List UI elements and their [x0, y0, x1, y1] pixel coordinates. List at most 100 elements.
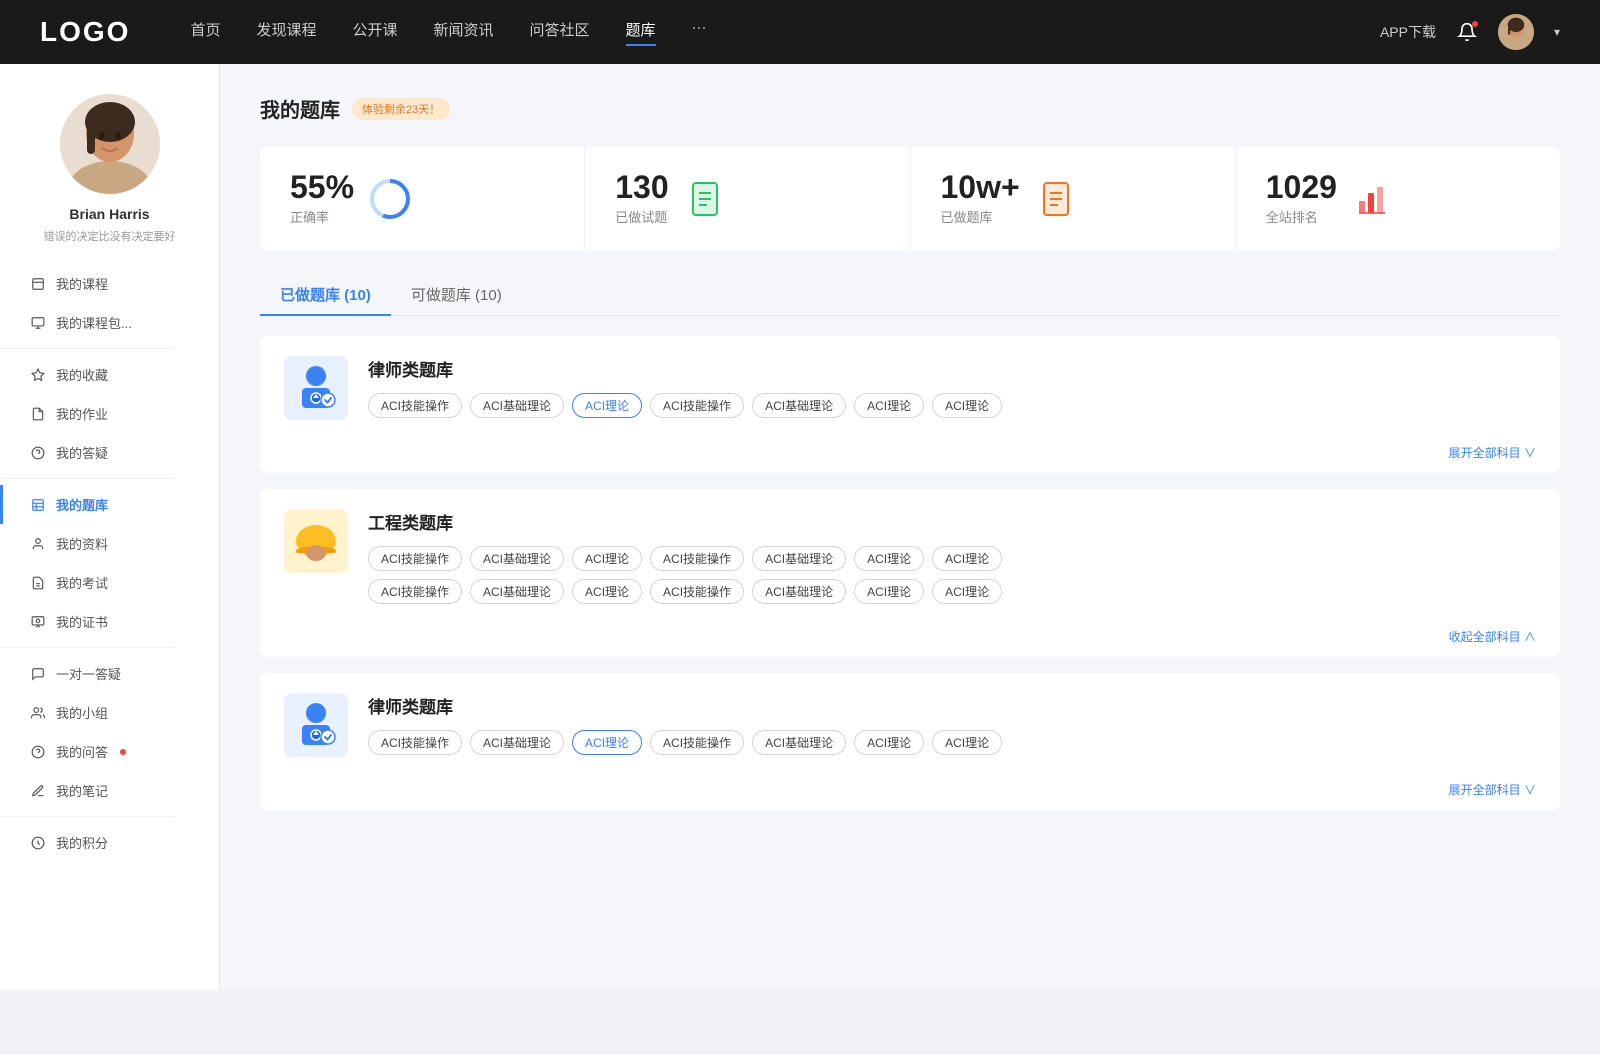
tag-eng-r2-1[interactable]: ACI基础理论 [470, 579, 564, 604]
tag-eng-r2-5[interactable]: ACI理论 [854, 579, 924, 604]
tag-eng-6[interactable]: ACI理论 [932, 546, 1002, 571]
stat-accuracy-text: 55% 正确率 [290, 171, 354, 226]
qbank-card-lawyer-2: 律师类题库 ACI技能操作 ACI基础理论 ACI理论 ACI技能操作 ACI基… [260, 673, 1560, 810]
sidebar-item-package[interactable]: 我的课程包... [0, 303, 219, 342]
tag-lawyer2-4[interactable]: ACI基础理论 [752, 730, 846, 755]
tag-eng-r2-2[interactable]: ACI理论 [572, 579, 642, 604]
exam-icon [30, 575, 46, 591]
expand-lawyer-2[interactable]: 展开全部科目 ∨ [260, 777, 1560, 810]
qbank-tags-engineer-row1: ACI技能操作 ACI基础理论 ACI理论 ACI技能操作 ACI基础理论 AC… [368, 546, 1536, 571]
expand-lawyer-1[interactable]: 展开全部科目 ∨ [260, 440, 1560, 473]
tag-eng-r2-3[interactable]: ACI技能操作 [650, 579, 744, 604]
tag-eng-2[interactable]: ACI理论 [572, 546, 642, 571]
qbank-info-engineer: 工程类题库 ACI技能操作 ACI基础理论 ACI理论 ACI技能操作 ACI基… [368, 509, 1536, 604]
tag-lawyer2-6[interactable]: ACI理论 [932, 730, 1002, 755]
tag-lawyer1-1[interactable]: ACI基础理论 [470, 393, 564, 418]
qbank-header-lawyer-1: 律师类题库 ACI技能操作 ACI基础理论 ACI理论 ACI技能操作 ACI基… [260, 336, 1560, 440]
sidebar-item-cert[interactable]: 我的证书 [0, 602, 219, 641]
trial-badge: 体验剩余23天！ [352, 98, 450, 120]
tag-lawyer2-1[interactable]: ACI基础理论 [470, 730, 564, 755]
tag-lawyer2-3[interactable]: ACI技能操作 [650, 730, 744, 755]
qbank-title-engineer: 工程类题库 [368, 509, 1536, 534]
navbar-right: APP下载 ▾ [1380, 14, 1560, 50]
tag-eng-r2-6[interactable]: ACI理论 [932, 579, 1002, 604]
lawyer-icon-2 [284, 693, 348, 757]
engineer-icon [284, 509, 348, 573]
stat-accuracy: 55% 正确率 [260, 147, 585, 250]
app-download-button[interactable]: APP下载 [1380, 22, 1436, 42]
qbank-tags-engineer-row2: ACI技能操作 ACI基础理论 ACI理论 ACI技能操作 ACI基础理论 AC… [368, 579, 1536, 604]
qbank-header-engineer: 工程类题库 ACI技能操作 ACI基础理论 ACI理论 ACI技能操作 ACI基… [260, 489, 1560, 624]
tag-eng-r2-0[interactable]: ACI技能操作 [368, 579, 462, 604]
stat-accuracy-value: 55% [290, 171, 354, 203]
tag-lawyer2-5[interactable]: ACI理论 [854, 730, 924, 755]
sidebar-item-notes[interactable]: 我的笔记 [0, 771, 219, 810]
nav-home[interactable]: 首页 [190, 19, 220, 46]
nav-menu: 首页 发现课程 公开课 新闻资讯 问答社区 题库 ··· [190, 19, 1380, 46]
notification-bell[interactable] [1456, 21, 1478, 43]
nav-news[interactable]: 新闻资讯 [434, 19, 494, 46]
qbank-card-lawyer-1: 律师类题库 ACI技能操作 ACI基础理论 ACI理论 ACI技能操作 ACI基… [260, 336, 1560, 473]
qbank-tags-lawyer-1: ACI技能操作 ACI基础理论 ACI理论 ACI技能操作 ACI基础理论 AC… [368, 393, 1536, 418]
sidebar-item-qbank[interactable]: 我的题库 [0, 485, 219, 524]
qbank-tags-lawyer-2: ACI技能操作 ACI基础理论 ACI理论 ACI技能操作 ACI基础理论 AC… [368, 730, 1536, 755]
logo[interactable]: LOGO [40, 16, 130, 48]
sidebar-item-questions[interactable]: 我的问答 [0, 732, 219, 771]
sidebar-item-oneone[interactable]: 一对一答疑 [0, 654, 219, 693]
user-avatar[interactable] [1498, 14, 1534, 50]
nav-qbank[interactable]: 题库 [626, 19, 656, 46]
tag-lawyer1-2[interactable]: ACI理论 [572, 393, 642, 418]
tag-lawyer1-4[interactable]: ACI基础理论 [752, 393, 846, 418]
tag-lawyer1-6[interactable]: ACI理论 [932, 393, 1002, 418]
nav-courses[interactable]: 发现课程 [256, 19, 316, 46]
notification-dot [1472, 21, 1478, 27]
sidebar-quote: 错误的决定比没有决定要好 [24, 228, 196, 244]
tab-done[interactable]: 已做题库 (10) [260, 274, 391, 315]
tab-available[interactable]: 可做题库 (10) [391, 274, 522, 315]
homework-icon [30, 406, 46, 422]
question-icon [30, 744, 46, 760]
qbank-card-engineer: 工程类题库 ACI技能操作 ACI基础理论 ACI理论 ACI技能操作 ACI基… [260, 489, 1560, 657]
tag-lawyer1-0[interactable]: ACI技能操作 [368, 393, 462, 418]
stat-done-banks: 10w+ 已做题库 [911, 147, 1236, 250]
cert-icon [30, 614, 46, 630]
main-content: 我的题库 体验剩余23天！ 55% 正确率 [220, 64, 1600, 990]
page-title-row: 我的题库 体验剩余23天！ [260, 94, 1560, 123]
pie-chart-icon [368, 177, 412, 221]
tag-eng-3[interactable]: ACI技能操作 [650, 546, 744, 571]
sidebar-divider-1 [0, 348, 175, 349]
lawyer-icon-1 [284, 356, 348, 420]
package-icon [30, 315, 46, 331]
qbank-header-lawyer-2: 律师类题库 ACI技能操作 ACI基础理论 ACI理论 ACI技能操作 ACI基… [260, 673, 1560, 777]
nav-qa[interactable]: 问答社区 [530, 19, 590, 46]
page-wrapper: Brian Harris 错误的决定比没有决定要好 我的课程 我的课程包... [0, 64, 1600, 990]
nav-open[interactable]: 公开课 [352, 19, 397, 46]
tag-lawyer2-0[interactable]: ACI技能操作 [368, 730, 462, 755]
sidebar-item-profile[interactable]: 我的资料 [0, 524, 219, 563]
tag-lawyer1-5[interactable]: ACI理论 [854, 393, 924, 418]
tag-eng-4[interactable]: ACI基础理论 [752, 546, 846, 571]
sidebar-item-favorites[interactable]: 我的收藏 [0, 355, 219, 394]
tag-lawyer2-2[interactable]: ACI理论 [572, 730, 642, 755]
tag-lawyer1-3[interactable]: ACI技能操作 [650, 393, 744, 418]
sidebar-item-points[interactable]: 我的积分 [0, 823, 219, 862]
sidebar-item-courses[interactable]: 我的课程 [0, 264, 219, 303]
qa-icon [30, 445, 46, 461]
tag-eng-5[interactable]: ACI理论 [854, 546, 924, 571]
sidebar-item-homework[interactable]: 我的作业 [0, 394, 219, 433]
sidebar-item-group[interactable]: 我的小组 [0, 693, 219, 732]
stat-done-questions: 130 已做试题 [585, 147, 910, 250]
collapse-engineer[interactable]: 收起全部科目 ∧ [260, 624, 1560, 657]
note-icon [30, 783, 46, 799]
user-dropdown-arrow[interactable]: ▾ [1554, 25, 1560, 39]
doc-orange-icon [1034, 177, 1078, 221]
nav-more[interactable]: ··· [692, 19, 707, 46]
stat-done-questions-label: 已做试题 [615, 207, 668, 226]
sidebar-item-exam[interactable]: 我的考试 [0, 563, 219, 602]
stat-done-banks-value: 10w+ [941, 171, 1020, 203]
tag-eng-r2-4[interactable]: ACI基础理论 [752, 579, 846, 604]
tag-eng-1[interactable]: ACI基础理论 [470, 546, 564, 571]
sidebar-avatar [60, 94, 160, 194]
tag-eng-0[interactable]: ACI技能操作 [368, 546, 462, 571]
sidebar-item-answering[interactable]: 我的答疑 [0, 433, 219, 472]
